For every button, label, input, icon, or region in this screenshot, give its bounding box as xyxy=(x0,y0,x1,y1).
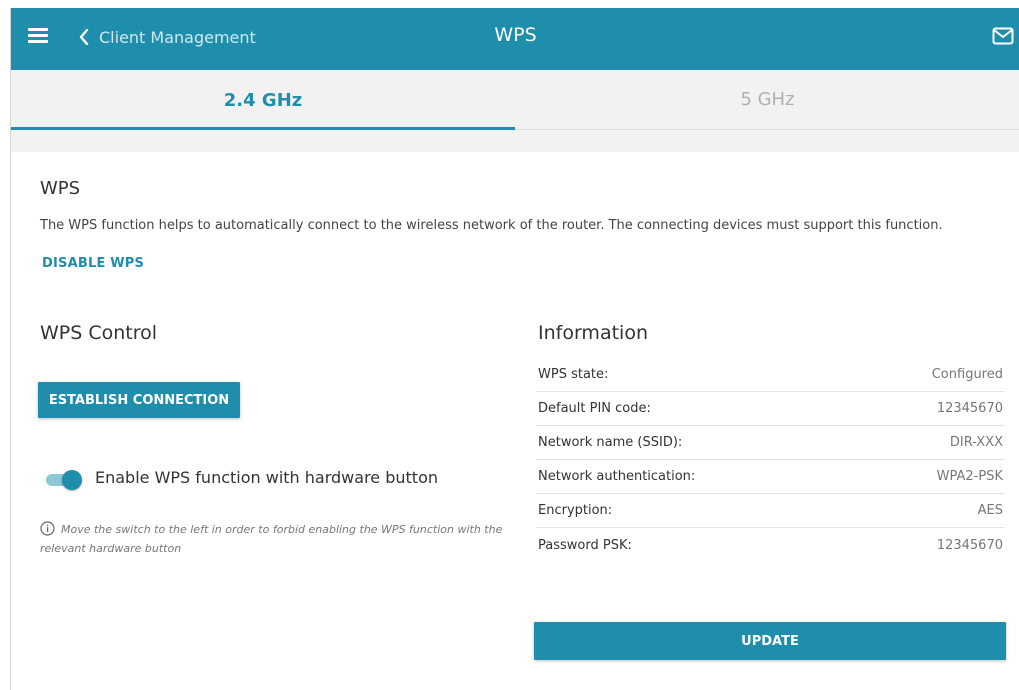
wps-section-title: WPS xyxy=(40,178,81,199)
page-frame: Client Management WPS 2.4 GHz 5 GHz WPS … xyxy=(10,8,1019,690)
hardware-button-hint: Move the switch to the left in order to … xyxy=(40,520,520,558)
update-button[interactable]: UPDATE xyxy=(534,622,1006,660)
info-label: Password PSK: xyxy=(538,537,632,553)
info-label: Network authentication: xyxy=(538,469,696,484)
hardware-button-toggle-label: Enable WPS function with hardware button xyxy=(95,468,438,487)
disable-wps-button[interactable]: DISABLE WPS xyxy=(42,256,144,271)
info-label: Network name (SSID): xyxy=(538,435,683,450)
toggle-knob xyxy=(62,470,82,490)
info-row-network-authentication: Network authentication: WPA2-PSK xyxy=(536,460,1005,494)
info-label: Default PIN code: xyxy=(538,401,651,416)
tab-2-4-ghz[interactable]: 2.4 GHz xyxy=(11,70,515,130)
back-link-label: Client Management xyxy=(99,27,256,47)
update-button-label: UPDATE xyxy=(741,633,799,649)
info-row-wps-state: WPS state: Configured xyxy=(536,358,1005,392)
info-value: 12345670 xyxy=(936,401,1003,416)
info-row-password-psk: Password PSK: 12345670 xyxy=(536,528,1005,562)
info-value: Configured xyxy=(931,367,1003,382)
wps-description: The WPS function helps to automatically … xyxy=(40,218,943,233)
tab-5-ghz[interactable]: 5 GHz xyxy=(515,70,1019,130)
chevron-left-icon xyxy=(79,29,89,45)
tab-divider xyxy=(11,130,1019,152)
info-label: WPS state: xyxy=(538,367,609,382)
hamburger-menu-icon[interactable] xyxy=(28,28,48,44)
band-tabs: 2.4 GHz 5 GHz xyxy=(11,70,1019,130)
info-value: 12345670 xyxy=(936,537,1003,553)
establish-connection-button[interactable]: ESTABLISH CONNECTION xyxy=(38,382,240,418)
info-row-network-name: Network name (SSID): DIR-XXX xyxy=(536,426,1005,460)
hint-text: Move the switch to the left in order to … xyxy=(40,523,503,555)
page-title: WPS xyxy=(494,24,537,46)
back-link[interactable]: Client Management xyxy=(79,24,256,50)
top-bar: Client Management WPS xyxy=(11,8,1019,70)
info-value: DIR-XXX xyxy=(949,435,1003,450)
mail-icon[interactable] xyxy=(992,27,1014,45)
info-value: AES xyxy=(977,503,1003,518)
info-label: Encryption: xyxy=(538,503,613,518)
information-title: Information xyxy=(538,322,648,344)
wps-control-title: WPS Control xyxy=(40,322,158,344)
info-value: WPA2-PSK xyxy=(936,469,1003,484)
tab-label: 5 GHz xyxy=(740,89,795,110)
info-row-encryption: Encryption: AES xyxy=(536,494,1005,528)
hardware-button-toggle[interactable] xyxy=(46,470,82,490)
info-row-default-pin: Default PIN code: 12345670 xyxy=(536,392,1005,426)
information-table: WPS state: Configured Default PIN code: … xyxy=(536,358,1005,562)
info-icon xyxy=(40,521,55,536)
establish-connection-label: ESTABLISH CONNECTION xyxy=(48,392,230,408)
tab-label: 2.4 GHz xyxy=(223,89,303,111)
